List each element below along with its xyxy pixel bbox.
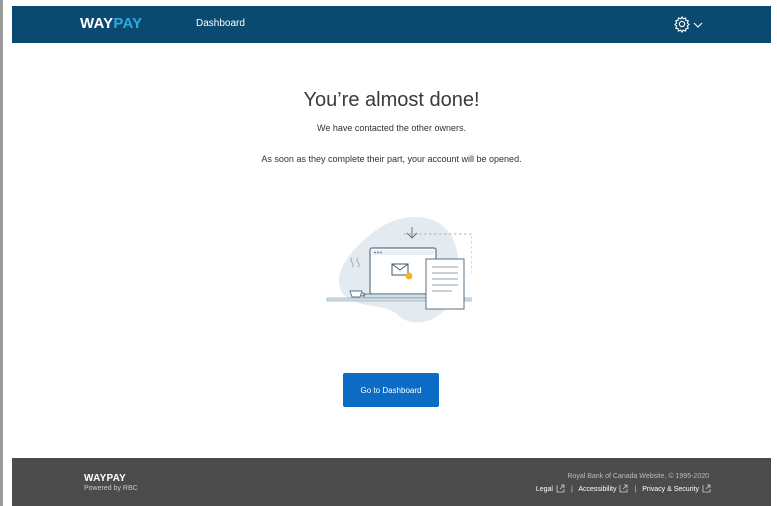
settings-menu-button[interactable] bbox=[673, 15, 707, 35]
page-title: You’re almost done! bbox=[303, 89, 480, 111]
external-link-icon bbox=[702, 484, 711, 493]
top-header: WAYPAY Dashboard bbox=[12, 6, 771, 43]
footer-links: Legal | Accessibility | Privacy & Securi… bbox=[536, 484, 711, 493]
chevron-down-icon bbox=[693, 22, 703, 28]
powered-by-text: Powered by RBC bbox=[84, 485, 138, 492]
privacy-security-link[interactable]: Privacy & Security bbox=[642, 484, 711, 493]
left-border bbox=[0, 0, 3, 506]
accessibility-link[interactable]: Accessibility bbox=[578, 484, 628, 493]
laptop-email-illustration bbox=[312, 213, 480, 331]
waypay-logo[interactable]: WAYPAY bbox=[80, 15, 142, 32]
privacy-security-link-label: Privacy & Security bbox=[642, 486, 699, 493]
link-separator: | bbox=[570, 486, 573, 493]
site-footer: WAYPAY Powered by RBC Royal Bank of Cana… bbox=[12, 458, 771, 506]
external-link-icon bbox=[556, 484, 565, 493]
copyright-text: Royal Bank of Canada Website, © 1995-202… bbox=[567, 473, 709, 480]
legal-link-label: Legal bbox=[535, 486, 553, 493]
footer-logo[interactable]: WAYPAY bbox=[84, 473, 126, 484]
logo-way-text: WAY bbox=[80, 15, 114, 32]
go-to-dashboard-button[interactable]: Go to Dashboard bbox=[343, 373, 439, 407]
app-frame: WAYPAY Dashboard You’re almost done! We … bbox=[12, 6, 771, 506]
account-opening-text: As soon as they complete their part, you… bbox=[261, 154, 522, 164]
link-separator: | bbox=[634, 486, 637, 493]
nav-dashboard-link[interactable]: Dashboard bbox=[196, 18, 245, 29]
accessibility-link-label: Accessibility bbox=[578, 486, 617, 493]
logo-pay-text: PAY bbox=[113, 15, 143, 32]
external-link-icon bbox=[620, 484, 628, 493]
gear-icon bbox=[674, 16, 690, 33]
legal-link[interactable]: Legal bbox=[535, 484, 565, 493]
main-content: You’re almost done! We have contacted th… bbox=[12, 43, 771, 458]
owners-contacted-text: We have contacted the other owners. bbox=[317, 123, 466, 133]
